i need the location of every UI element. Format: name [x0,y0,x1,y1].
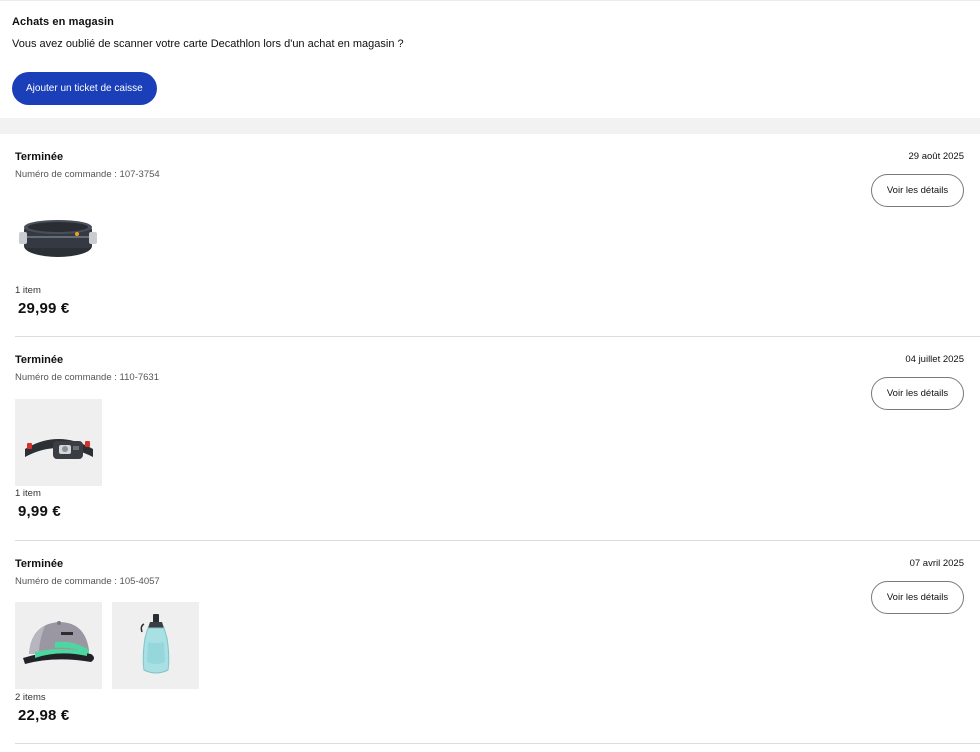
running-belt-icon [19,220,97,257]
add-receipt-button[interactable]: Ajouter un ticket de caisse [12,72,157,105]
in-store-description: Vous avez oublié de scanner votre carte … [12,38,404,50]
product-thumbnail[interactable] [15,399,102,486]
item-count: 1 item [15,488,41,499]
product-thumbnail[interactable] [15,602,102,689]
product-thumbnail[interactable] [112,602,199,689]
order-total: 9,99 € [18,503,61,520]
soft-flask-icon [140,614,170,674]
order-date: 07 avril 2025 [909,558,964,569]
cap-icon [23,621,94,664]
order-total: 29,99 € [18,300,70,317]
item-count: 2 items [15,692,46,703]
view-details-button[interactable]: Voir les détails [871,377,964,410]
order-date: 04 juillet 2025 [905,354,964,365]
order-number: Numéro de commande : 110-7631 [15,372,159,383]
order-number: Numéro de commande : 107-3754 [15,169,160,180]
order-card: Terminée Numéro de commande : 110-7631 0… [0,337,980,541]
order-status: Terminée [15,151,64,163]
order-date: 29 août 2025 [908,151,964,162]
order-divider [15,743,980,744]
in-store-title: Achats en magasin [12,16,114,28]
view-details-button[interactable]: Voir les détails [871,581,964,614]
order-card: Terminée Numéro de commande : 105-4057 0… [0,541,980,745]
orders-page: Achats en magasin Vous avez oublié de sc… [0,0,980,752]
order-number: Numéro de commande : 105-4057 [15,576,160,587]
order-card: Terminée Numéro de commande : 107-3754 2… [0,134,980,337]
order-total: 22,98 € [18,707,70,724]
section-separator [0,118,980,134]
order-status: Terminée [15,558,64,570]
headlamp-icon [25,439,93,459]
view-details-button[interactable]: Voir les détails [871,174,964,207]
product-thumbnail[interactable] [15,196,102,283]
order-status: Terminée [15,354,64,366]
in-store-section: Achats en magasin Vous avez oublié de sc… [0,0,980,119]
item-count: 1 item [15,285,41,296]
